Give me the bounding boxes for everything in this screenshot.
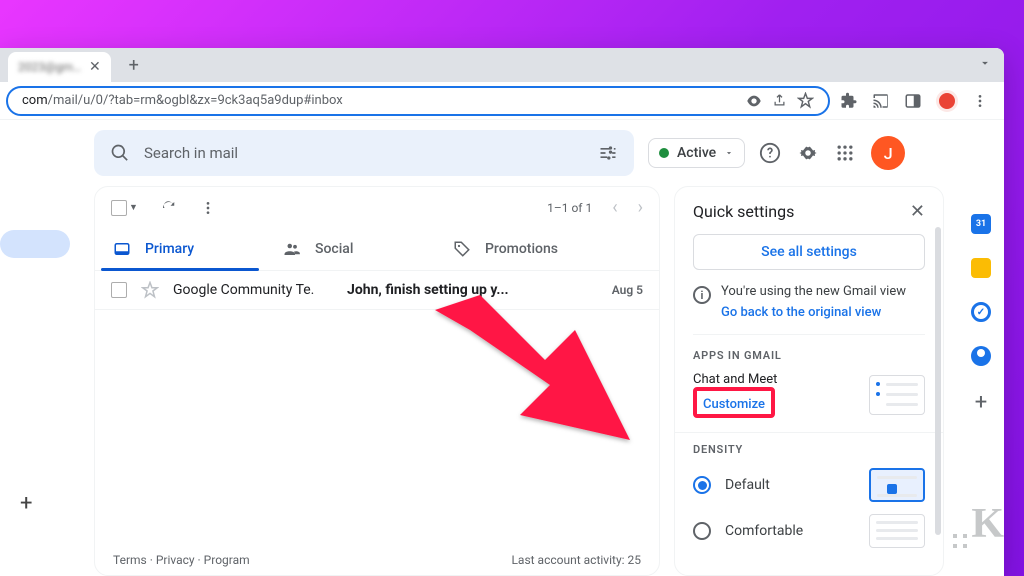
notice-text: You're using the new Gmail view [721, 284, 925, 299]
tab-promotions[interactable]: Promotions [435, 228, 605, 270]
browser-tab[interactable]: 2023@gm… ✕ [8, 52, 111, 82]
density-default-thumb [869, 468, 925, 502]
apps-section-header: APPS IN GMAIL [693, 349, 925, 362]
customize-link[interactable]: Customize [703, 397, 765, 412]
tasks-icon[interactable] [971, 302, 991, 322]
browser-actions [830, 90, 998, 112]
checkbox-icon [111, 200, 127, 216]
more-icon[interactable] [200, 200, 216, 216]
radio-unchecked-icon [693, 522, 711, 540]
url-bar: com/mail/u/0/?tab=rm&ogbl&zx=9ck3aq5a9du… [0, 82, 1004, 120]
chevron-down-icon[interactable] [978, 56, 992, 70]
columns: ▼ 1–1 of 1 ‹ › Primary [80, 186, 1004, 576]
see-all-settings-button[interactable]: See all settings [693, 234, 925, 270]
density-comfortable-option[interactable]: Comfortable [675, 508, 943, 554]
main-area: Search in mail Active J [80, 120, 1004, 576]
density-section-header: DENSITY [675, 443, 943, 462]
browser-window: 2023@gm… ✕ + com/mail/u/0/?tab=rm&ogbl&z… [0, 48, 1004, 576]
url-path: /mail/u/0/?tab=rm&ogbl&zx=9ck3aq5a9dup#i… [48, 93, 343, 108]
search-box[interactable]: Search in mail [94, 130, 634, 176]
inbox-panel: ▼ 1–1 of 1 ‹ › Primary [94, 186, 660, 576]
nav-active-pill[interactable] [0, 230, 70, 258]
chat-meet-label: Chat and Meet [693, 372, 857, 387]
side-panel: + [958, 186, 1004, 576]
apps-grid-icon[interactable] [835, 143, 855, 163]
app-content: + Search in mail Active J [0, 120, 1004, 576]
layout-thumbnail [869, 375, 925, 415]
chevron-down-icon: ▼ [129, 202, 138, 213]
info-icon: i [693, 286, 711, 304]
cast-icon[interactable] [872, 92, 890, 110]
star-icon[interactable] [797, 92, 814, 109]
top-bar: Search in mail Active J [80, 120, 1004, 186]
notice-link[interactable]: Go back to the original view [721, 305, 925, 320]
footer-activity: Last account activity: 25 [511, 553, 641, 567]
apps-section: APPS IN GMAIL Chat and Meet Customize [675, 349, 943, 433]
new-view-notice: i You're using the new Gmail view Go bac… [693, 284, 925, 335]
panel-icon[interactable] [904, 92, 922, 110]
mail-date: Aug 5 [612, 283, 643, 297]
profile-avatar-small[interactable] [936, 90, 958, 112]
mail-row[interactable]: Google Community Te. John, finish settin… [95, 271, 659, 310]
customize-highlight: Customize [693, 387, 775, 418]
left-rail: + [0, 120, 80, 576]
inbox-icon [113, 240, 131, 258]
tag-icon [453, 240, 471, 258]
category-tabs: Primary Social Promotions [95, 228, 659, 271]
inbox-footer: Terms · Privacy · Program Last account a… [95, 545, 659, 575]
url-host: com [22, 93, 48, 108]
pager: 1–1 of 1 ‹ › [547, 197, 643, 218]
calendar-icon[interactable] [971, 214, 991, 234]
tab-bar: 2023@gm… ✕ + [0, 48, 1004, 82]
contacts-icon[interactable] [971, 346, 991, 366]
star-icon[interactable] [141, 281, 159, 299]
density-section: DENSITY Default Comfor [675, 443, 943, 554]
page-counter: 1–1 of 1 [547, 201, 592, 215]
search-placeholder: Search in mail [144, 144, 584, 162]
density-comfortable-label: Comfortable [725, 523, 855, 539]
mail-subject: John, finish setting up y... [347, 282, 598, 298]
status-dot-icon [659, 148, 669, 158]
close-icon[interactable]: ✕ [910, 201, 925, 222]
status-chip[interactable]: Active [648, 138, 745, 168]
tab-title: 2023@gm… [18, 60, 81, 74]
refresh-icon[interactable] [160, 199, 178, 217]
extensions-icon[interactable] [840, 92, 858, 110]
radio-checked-icon [693, 476, 711, 494]
tab-primary[interactable]: Primary [95, 228, 265, 270]
next-page-icon[interactable]: › [638, 197, 643, 218]
close-tab-icon[interactable]: ✕ [89, 59, 101, 75]
density-default-option[interactable]: Default [675, 462, 943, 508]
help-icon[interactable] [759, 142, 781, 164]
density-default-label: Default [725, 477, 855, 493]
omnibox-actions [746, 92, 814, 109]
quick-settings-title: Quick settings [693, 202, 794, 221]
tab-social[interactable]: Social [265, 228, 435, 270]
omnibox[interactable]: com/mail/u/0/?tab=rm&ogbl&zx=9ck3aq5a9du… [6, 86, 830, 116]
header-icons: J [759, 136, 905, 170]
search-icon [110, 143, 130, 163]
new-tab-button[interactable]: + [121, 52, 147, 78]
quick-settings-panel: Quick settings ✕ See all settings i You'… [674, 186, 944, 576]
people-icon [283, 240, 301, 258]
kebab-menu-icon[interactable] [972, 93, 988, 109]
addons-plus-icon[interactable]: + [975, 390, 987, 415]
eye-icon[interactable] [746, 93, 762, 109]
quick-settings-header: Quick settings ✕ [675, 201, 943, 234]
row-checkbox[interactable] [111, 282, 127, 298]
select-all[interactable]: ▼ [111, 200, 138, 216]
compose-plus-icon[interactable]: + [20, 491, 32, 516]
tune-icon[interactable] [598, 143, 618, 163]
keep-icon[interactable] [971, 258, 991, 278]
footer-links[interactable]: Terms · Privacy · Program [113, 553, 250, 567]
mail-sender: Google Community Te. [173, 282, 333, 298]
chevron-down-icon [724, 148, 734, 158]
account-avatar[interactable]: J [871, 136, 905, 170]
share-icon[interactable] [772, 93, 787, 108]
inbox-toolbar: ▼ 1–1 of 1 ‹ › [95, 187, 659, 228]
status-label: Active [677, 145, 716, 161]
density-comfortable-thumb [869, 514, 925, 548]
prev-page-icon[interactable]: ‹ [612, 197, 617, 218]
settings-icon[interactable] [797, 142, 819, 164]
